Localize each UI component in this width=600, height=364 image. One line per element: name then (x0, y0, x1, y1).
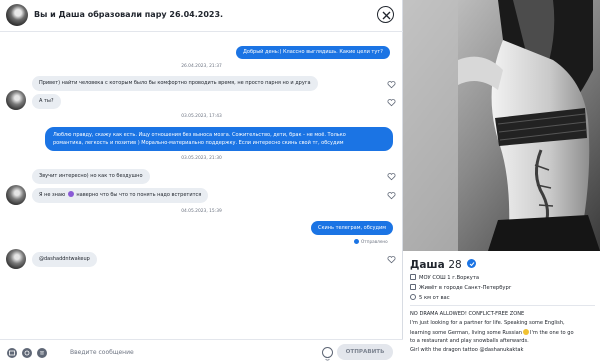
message-text: наверно что бы что то понять надо встрет… (76, 192, 202, 198)
profile-photo[interactable] (403, 0, 600, 251)
like-heart-icon[interactable] (387, 98, 396, 107)
bio-line: to a restaurant and play snowballs after… (410, 338, 529, 344)
school-icon (410, 274, 416, 280)
chat-header: Вы и Даша образовали пару 26.04.2023. (0, 0, 403, 32)
delivery-status-label: Отправлено (361, 239, 388, 244)
bio-line: learning some German, living some Russia… (410, 329, 574, 336)
chat-panel: Вы и Даша образовали пару 26.04.2023. До… (0, 0, 403, 364)
location-pin-icon (410, 294, 416, 300)
profile-location: Живёт в городе Санкт-Петербург (410, 284, 511, 291)
emoji-icon (325, 356, 330, 361)
close-icon (382, 11, 391, 20)
message-incoming: Привет) найти человека с которым было бы… (32, 76, 318, 91)
delivery-status: Отправлено (354, 239, 388, 244)
message-avatar[interactable] (6, 185, 26, 205)
profile-age: 28 (448, 259, 462, 271)
message-incoming: @dashaddntwakeup (32, 252, 97, 267)
message-text: Привет) найти человека с которым было бы… (39, 80, 311, 86)
like-heart-icon[interactable] (387, 80, 396, 89)
like-heart-icon[interactable] (387, 191, 396, 200)
profile-distance-text: 5 км от вас (419, 295, 450, 301)
profile-location-text: Живёт в городе Санкт-Петербург (419, 285, 512, 291)
bio-text: learning some German, living some Russia… (410, 330, 522, 336)
message-text-line: романтика, легкость и позитив ) Морально… (53, 140, 344, 146)
message-outgoing: Люблю правду, скажу как есть. Ищу отноше… (45, 127, 393, 151)
chat-title: Вы и Даша образовали пару 26.04.2023. (34, 10, 224, 19)
message-avatar[interactable] (6, 249, 26, 269)
message-timestamp: 26.04.2023, 21:37 (181, 64, 222, 69)
message-text: Скинь телеграм, обсудим (318, 225, 386, 231)
spotify-icon (39, 351, 45, 355)
message-incoming: Я не знаю наверно что бы что то понять н… (32, 188, 209, 203)
profile-school-text: МОУ СОШ 1 г.Воркута (419, 275, 480, 281)
message-text: Добрый день:) Классно выглядишь. Какие ц… (243, 49, 383, 55)
like-heart-icon[interactable] (387, 172, 396, 181)
message-timestamp: 03.05.2023, 21:30 (181, 156, 222, 161)
message-input[interactable] (70, 345, 310, 360)
profile-divider (410, 305, 595, 306)
message-text-line: Люблю правду, скажу как есть. Ищу отноше… (53, 132, 346, 138)
gif-icon (9, 350, 15, 356)
sticker-button[interactable] (22, 348, 32, 358)
profile-school: МОУ СОШ 1 г.Воркута (410, 274, 479, 281)
emoji-icon (67, 191, 74, 197)
profile-name: Даша 28 (410, 259, 477, 271)
home-icon (410, 284, 416, 290)
bio-line: NO DRAMA ALLOWED! CONFLICT-FREE ZONE (410, 311, 525, 317)
sticker-icon (24, 350, 30, 356)
match-avatar[interactable] (6, 4, 28, 26)
profile-distance: 5 км от вас (410, 294, 450, 301)
message-text: Звучит интересно) но как то бездушно (39, 173, 143, 179)
profile-panel: Даша 28 МОУ СОШ 1 г.Воркута Живёт в горо… (403, 0, 600, 364)
message-avatar[interactable] (6, 90, 26, 110)
verified-badge-icon (467, 259, 477, 268)
message-timestamp: 04.05.2023, 15:39 (181, 209, 222, 214)
profile-photo-image (403, 0, 600, 251)
message-text: @dashaddntwakeup (39, 256, 90, 262)
message-text: Я не знаю (39, 192, 66, 198)
bio-line: Girl with the dragon tattoo @dashanukakt… (410, 347, 524, 353)
send-button[interactable]: ОТПРАВИТЬ (337, 344, 393, 360)
profile-name-text: Даша (410, 259, 445, 271)
message-outgoing: Скинь телеграм, обсудим (311, 221, 393, 235)
message-list[interactable]: Добрый день:) Классно выглядишь. Какие ц… (0, 32, 403, 339)
message-composer: ОТПРАВИТЬ (0, 339, 403, 364)
message-text: А ты? (39, 98, 54, 104)
bio-text: I'm the one to go (529, 330, 574, 336)
gif-button[interactable] (7, 348, 17, 358)
like-heart-icon[interactable] (387, 255, 396, 264)
delivered-check-icon (354, 239, 359, 244)
message-timestamp: 03.05.2023, 17:43 (181, 114, 222, 119)
spotify-button[interactable] (37, 348, 47, 358)
emoji-picker-button[interactable] (322, 347, 333, 361)
message-incoming: А ты? (32, 94, 61, 109)
message-outgoing: Добрый день:) Классно выглядишь. Какие ц… (236, 46, 390, 59)
message-incoming: Звучит интересно) но как то бездушно (32, 169, 150, 184)
close-chat-button[interactable] (377, 6, 394, 23)
emoji-icon (522, 329, 529, 335)
bio-line: I'm just looking for a partner for life.… (410, 320, 565, 326)
